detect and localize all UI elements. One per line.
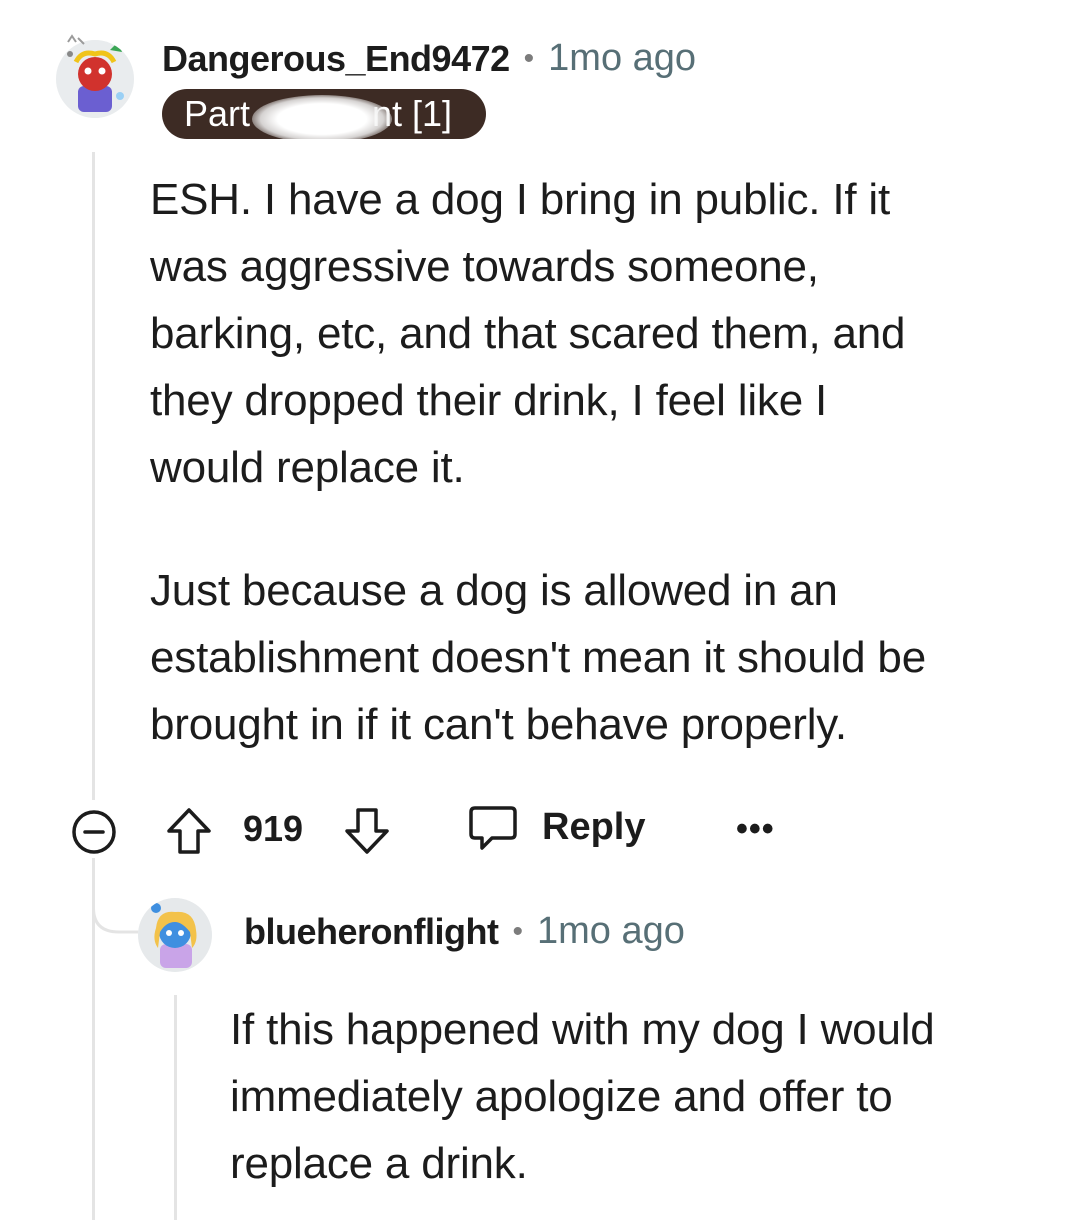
collapse-button[interactable]	[66, 804, 122, 865]
reply-button[interactable]: Reply	[466, 800, 645, 854]
comment-line: ESH. I have a dog I bring in public. If …	[150, 175, 891, 224]
snoo-avatar-icon	[138, 898, 212, 972]
vote-count: 919	[243, 808, 304, 849]
comment-line: barking, etc, and that scared them, and	[150, 309, 906, 358]
reply-icon	[469, 806, 517, 850]
comment-line: was aggressive towards someone,	[150, 242, 819, 291]
more-options-button[interactable]: •••	[736, 810, 775, 849]
redaction-smudge	[250, 122, 380, 158]
comment-line: Just because a dog is allowed in an	[150, 566, 838, 615]
sparkle-icon	[66, 34, 86, 53]
meta-separator: •	[512, 914, 523, 948]
comment-line: establishment doesn't mean it should be	[150, 633, 926, 682]
downvote-icon	[345, 808, 389, 854]
collapse-icon	[72, 810, 116, 854]
comment-timestamp: 1mo ago	[548, 37, 697, 79]
reply-timestamp: 1mo ago	[536, 910, 685, 952]
comment-line: brought in if it can't behave properly.	[150, 700, 847, 749]
comment-username[interactable]: Dangerous_End9472	[162, 38, 510, 80]
reply-avatar[interactable]	[138, 898, 212, 972]
reply-line: replace a drink.	[230, 1139, 528, 1188]
flair-text-left: Part	[184, 93, 251, 134]
comment-thread-line[interactable]	[92, 152, 95, 800]
downvote-button[interactable]	[340, 804, 394, 863]
upvote-button[interactable]	[162, 804, 216, 863]
reply-line: immediately apologize and offer to	[230, 1072, 893, 1121]
comment-line: would replace it.	[150, 443, 465, 492]
reply-body: If this happened with my dog I would imm…	[230, 996, 1060, 1197]
comment-line: they dropped their drink, I feel like I	[150, 376, 828, 425]
reply-line: If this happened with my dog I would	[230, 1005, 935, 1054]
reply-username[interactable]: blueheronflight	[244, 911, 499, 953]
upvote-icon	[167, 808, 211, 854]
comment-body: ESH. I have a dog I bring in public. If …	[150, 166, 1050, 758]
meta-separator: •	[523, 41, 535, 75]
reply-label: Reply	[542, 805, 646, 848]
reply-thread-line[interactable]	[174, 995, 177, 1220]
